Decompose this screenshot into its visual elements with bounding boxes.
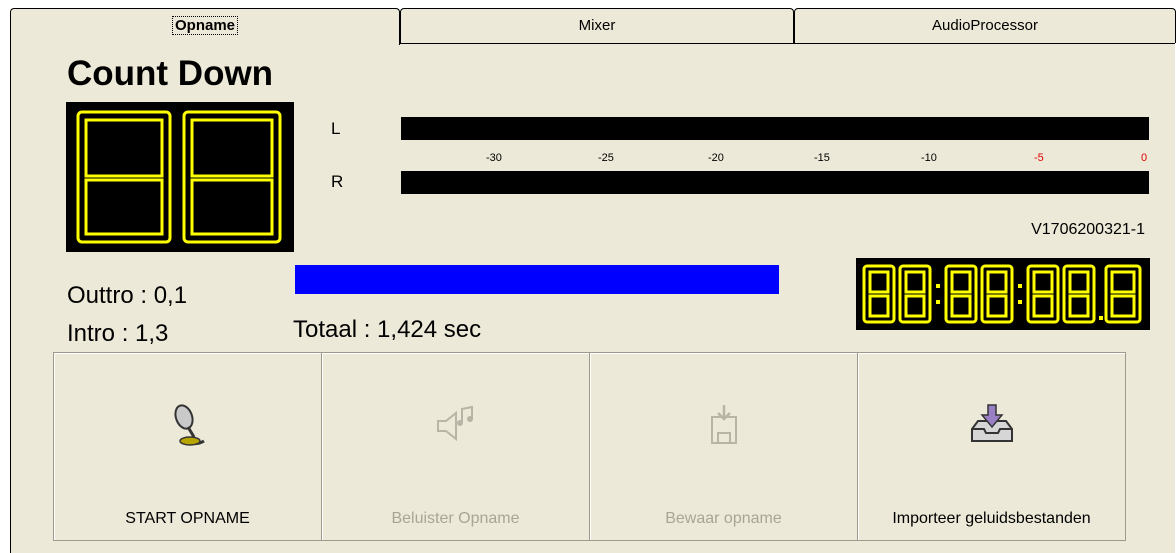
clock-digits [862,264,1142,324]
speaker-music-icon [436,405,473,442]
progress-bar [295,265,779,294]
start-opname-button[interactable]: START OPNAME [53,352,322,541]
bewaar-opname-button[interactable]: Bewaar opname [589,352,858,541]
meter-left-bar [401,117,1149,140]
meter-scale-label: -20 [708,152,724,164]
tab-mixer-label: Mixer [578,17,616,34]
tab-audioprocessor-label: AudioProcessor [932,17,1038,34]
version-label: V1706200321-1 [1031,221,1145,238]
start-opname-label: START OPNAME [125,510,250,527]
meter-scale-label: 0 [1141,152,1148,164]
tab-opname[interactable]: Opname [10,8,400,45]
tab-opname-label: Opname [171,16,238,35]
beluister-opname-button[interactable]: Beluister Opname [321,352,590,541]
importeer-button[interactable]: Importeer geluidsbestanden [857,352,1126,541]
outtro-label: Outtro : 0,1 [67,282,188,309]
microphone-icon [173,404,205,446]
import-tray-icon [970,404,1013,442]
countdown-digits [76,110,282,244]
meter-right-label: R [331,172,344,191]
totaal-label: Totaal : 1,424 sec [293,316,482,343]
meter-scale-label: -30 [486,152,502,164]
clock-display [856,258,1150,330]
countdown-title: Count Down [67,54,274,93]
meter-scale-label: -10 [921,152,937,164]
countdown-display [66,102,294,252]
tab-mixer[interactable]: Mixer [400,8,794,43]
meter-right-bar [401,171,1149,194]
meter-scale-label: -25 [598,152,614,164]
importeer-label: Importeer geluidsbestanden [892,510,1091,527]
intro-label: Intro : 1,3 [67,320,169,347]
bewaar-opname-label: Bewaar opname [665,510,782,527]
meter-left-label: L [331,119,341,138]
opname-panel: Count Down L -30 -25 -20 -15 -10 -5 0 R … [10,43,1175,553]
tab-bar: Opname Mixer AudioProcessor [10,8,1176,45]
meter-scale-label: -5 [1034,152,1044,164]
beluister-opname-label: Beluister Opname [391,510,520,527]
save-floppy-icon [710,405,737,444]
tab-audioprocessor[interactable]: AudioProcessor [794,8,1176,43]
meter-scale-label: -15 [814,152,830,164]
